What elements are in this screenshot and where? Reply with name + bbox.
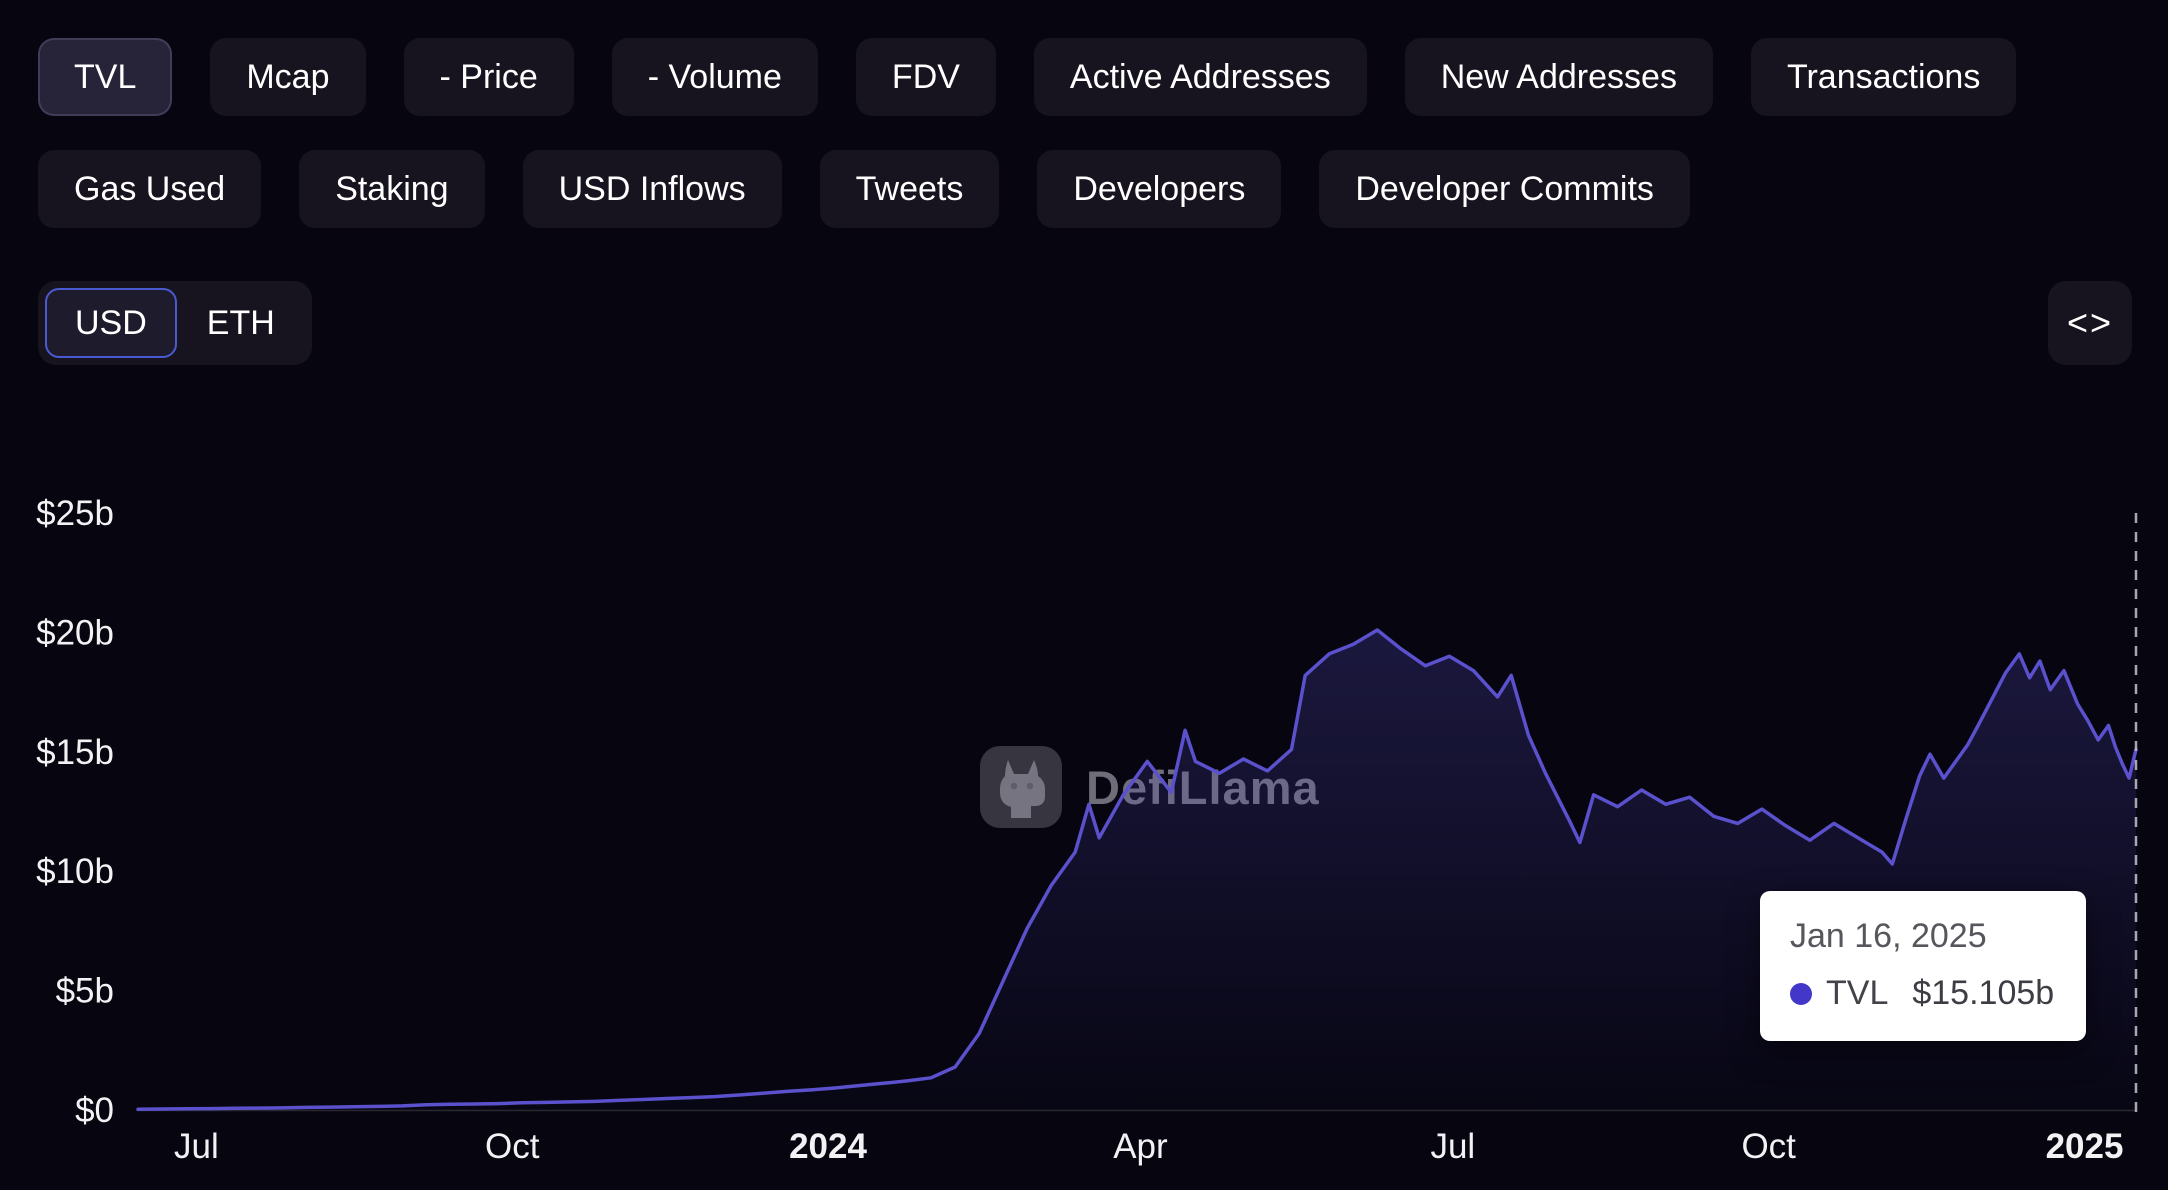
tooltip-series-row: TVL $15.105b — [1790, 974, 2054, 1013]
x-axis-label-jul: Jul — [1430, 1127, 1475, 1166]
x-axis-label-2024: 2024 — [789, 1127, 867, 1166]
tvl-chart[interactable]: DefiLlama $0$5b$10b$15b$20b$25bJulOct202… — [0, 0, 2168, 1190]
x-axis-label-jul: Jul — [174, 1127, 219, 1166]
x-axis-label-oct: Oct — [1741, 1127, 1796, 1166]
y-axis-label-5b: $5b — [56, 972, 114, 1011]
x-axis-label-oct: Oct — [485, 1127, 540, 1166]
chart-tooltip: Jan 16, 2025 TVL $15.105b — [1760, 891, 2087, 1041]
x-axis-label-apr: Apr — [1113, 1127, 1168, 1166]
tooltip-series-dot — [1790, 982, 1812, 1005]
y-axis-label-20b: $20b — [36, 613, 114, 652]
y-axis-label-25b: $25b — [36, 494, 114, 533]
tooltip-date: Jan 16, 2025 — [1790, 917, 1987, 955]
y-axis-label-0: $0 — [75, 1091, 114, 1130]
tooltip-series-value: $15.105b — [1912, 974, 2055, 1012]
y-axis-label-10b: $10b — [36, 852, 114, 891]
x-axis-label-2025: 2025 — [2046, 1127, 2124, 1166]
tooltip-series-label: TVL — [1826, 974, 1889, 1012]
y-axis-label-15b: $15b — [36, 733, 114, 772]
